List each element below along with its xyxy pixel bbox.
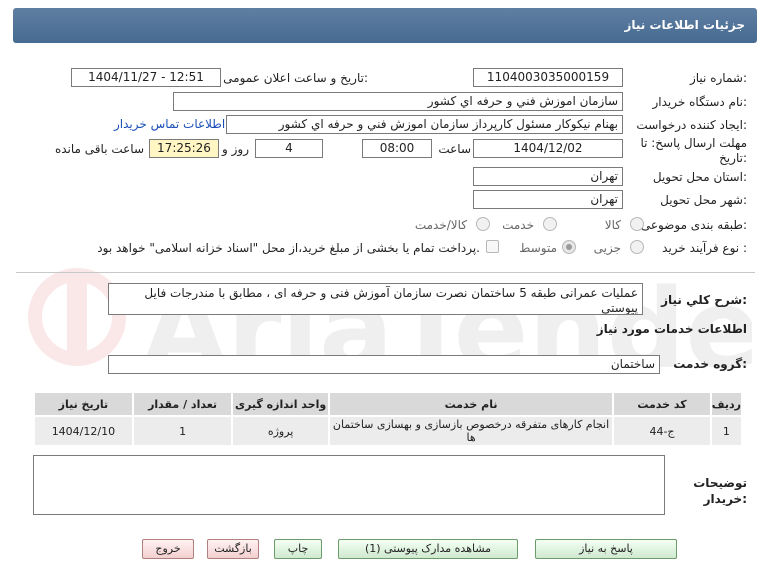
need-number-field: 1104003035000159 <box>473 68 623 87</box>
deadline-time-label: ساعت <box>438 142 471 156</box>
process-type-label: نوع فرآیند خرید : <box>662 241 747 255</box>
days-label: روز و <box>222 142 249 156</box>
service-group-field: ساختمان <box>108 355 660 374</box>
service-group-label: گروه خدمت: <box>673 357 747 371</box>
general-desc-label: شرح کلي نياز: <box>661 293 747 307</box>
province-field: تهران <box>473 167 623 186</box>
treasury-payment-checkbox[interactable] <box>486 240 499 253</box>
buyer-notes-textarea[interactable] <box>33 455 665 515</box>
print-button[interactable]: چاپ <box>274 539 322 559</box>
city-field: تهران <box>473 190 623 209</box>
process-option-minor: جزیی <box>593 241 621 255</box>
category-option-service: خدمت <box>502 218 534 232</box>
remaining-label: ساعت باقی مانده <box>54 142 144 156</box>
view-documents-button[interactable]: مشاهده مدارک پیوستی (1) <box>338 539 518 559</box>
category-radio-goods[interactable] <box>630 217 644 231</box>
buyer-notes-label: توضیحات خریدار: <box>693 476 747 506</box>
process-radio-medium[interactable] <box>562 240 576 254</box>
col-unit-header: واحد اندازه گیری <box>231 391 330 417</box>
cell-date: 1404/12/10 <box>33 415 134 447</box>
general-desc-textarea[interactable]: عملیات عمرانی طبقه 5 ساختمان نصرت سازمان… <box>108 283 643 315</box>
buyer-org-label: نام دستگاه خریدار: <box>652 95 748 109</box>
services-info-heading: اطلاعات خدمات مورد نیاز <box>596 322 747 336</box>
process-radio-minor[interactable] <box>630 240 644 254</box>
province-label: استان محل تحویل: <box>652 170 747 184</box>
cell-qty: 1 <box>131 415 234 447</box>
category-radio-service[interactable] <box>543 217 557 231</box>
category-radio-goods-service[interactable] <box>476 217 490 231</box>
announce-datetime-label: تاریخ و ساعت اعلان عمومی: <box>223 71 368 85</box>
col-qty-header: تعداد / مقدار <box>131 391 234 417</box>
cell-unit: پروژه <box>231 415 330 447</box>
table-header-row: ردیف کد خدمت نام خدمت واحد اندازه گیری ت… <box>33 391 744 417</box>
requester-label: ایجاد کننده درخواست: <box>636 118 747 132</box>
days-field: 4 <box>255 139 323 158</box>
announce-datetime-field: 1404/11/27 - 12:51 <box>71 68 221 87</box>
category-option-goods: کالا <box>604 218 621 232</box>
category-option-goods-service: کالا/خدمت <box>414 218 467 232</box>
col-code-header: کد خدمت <box>612 391 712 417</box>
col-date-header: تاریخ نیاز <box>33 391 134 417</box>
cell-code: ج-44 <box>612 415 712 447</box>
section-divider <box>16 272 755 273</box>
requester-field: بهنام نیکوکار مسئول کارپرداز سازمان اموز… <box>226 115 623 134</box>
col-row-header: ردیف <box>709 391 744 417</box>
cell-name: انجام کارهای متفرقه درخصوص بازسازی و بهس… <box>327 415 615 447</box>
back-button[interactable]: بازگشت <box>207 539 259 559</box>
process-option-medium: متوسط <box>519 241 557 255</box>
deadline-date-field: 1404/12/02 <box>473 139 623 158</box>
exit-button[interactable]: خروج <box>142 539 194 559</box>
category-label: طبقه بندی موضوعی: <box>640 218 747 232</box>
deadline-time-field: 08:00 <box>362 139 432 158</box>
title-bar: جزئیات اطلاعات نیاز <box>13 8 757 43</box>
services-table: ردیف کد خدمت نام خدمت واحد اندازه گیری ت… <box>33 391 744 447</box>
remaining-time-field: 17:25:26 <box>149 139 219 158</box>
city-label: شهر محل تحویل: <box>660 193 747 207</box>
reply-button[interactable]: پاسخ به نیاز <box>535 539 677 559</box>
deadline-label: مهلت ارسال پاسخ: تا تاریخ: <box>640 136 747 165</box>
table-row: 1 ج-44 انجام کارهای متفرقه درخصوص بازساز… <box>33 415 744 447</box>
payment-note: پرداخت تمام یا بخشی از مبلغ خرید،از محل … <box>97 241 480 255</box>
buyer-org-field: سازمان اموزش فني و حرفه اي كشور <box>173 92 623 111</box>
need-number-label: شماره نیاز: <box>689 71 747 85</box>
col-name-header: نام خدمت <box>327 391 615 417</box>
page-title: جزئیات اطلاعات نیاز <box>624 18 745 32</box>
contact-info-link[interactable]: اطلاعات تماس خریدار <box>114 117 225 131</box>
cell-row: 1 <box>709 415 744 447</box>
